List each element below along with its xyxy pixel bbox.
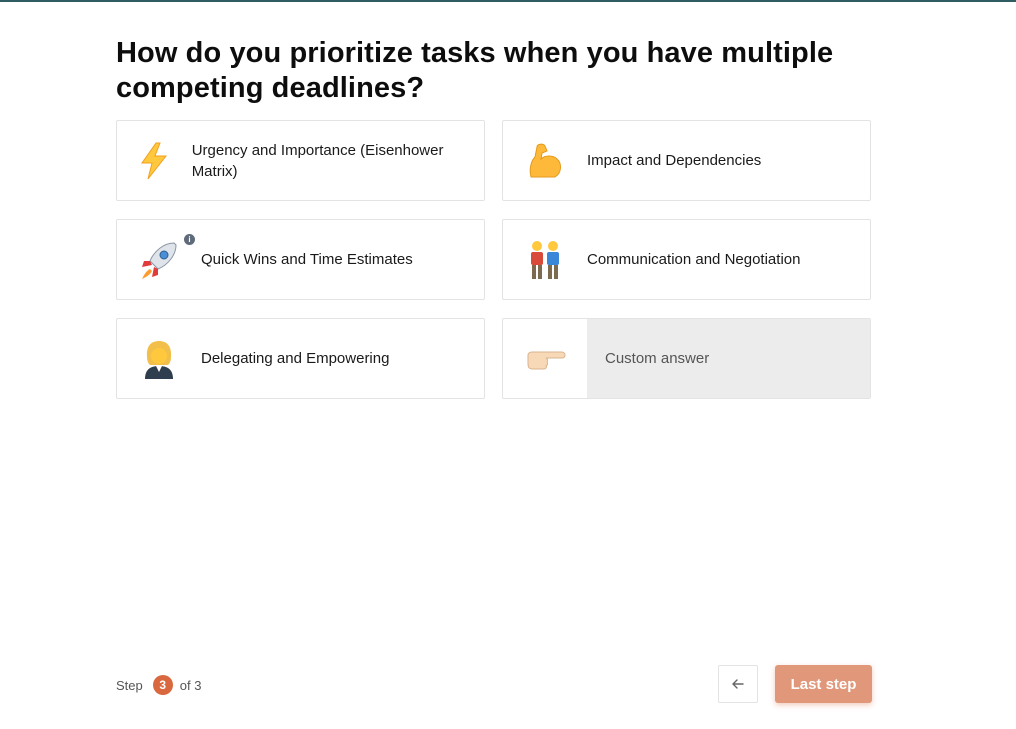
step-current-badge: 3 [152,675,173,695]
option-impact-dependencies[interactable]: Impact and Dependencies [502,120,871,201]
custom-answer-input[interactable] [587,319,870,398]
option-urgency-importance[interactable]: Urgency and Importance (Eisenhower Matri… [116,120,485,201]
two-people-icon [503,220,587,299]
last-step-button[interactable]: Last step [775,665,872,703]
arrow-left-icon [732,679,744,689]
option-quick-wins[interactable]: i Quick Wins and Time Estimates [116,219,485,300]
woman-office-worker-icon [117,319,201,398]
question-title: How do you prioritize tasks when you hav… [116,37,834,104]
lightning-icon [117,121,192,200]
option-label: Communication and Negotiation [587,251,801,268]
rocket-icon: i [117,220,201,299]
option-label: Quick Wins and Time Estimates [201,251,413,268]
option-label: Impact and Dependencies [587,152,762,169]
info-icon[interactable]: i [184,234,195,245]
step-indicator: Step 3 of 3 [116,675,201,695]
step-prefix: Step [116,677,143,693]
option-label: Delegating and Empowering [201,350,390,367]
option-label: Urgency and Importance (Eisenhower Matri… [191,141,444,180]
option-communication-negotiation[interactable]: Communication and Negotiation [502,219,871,300]
back-button[interactable] [718,665,758,703]
option-custom-answer[interactable] [502,318,871,399]
flexed-biceps-icon [503,121,587,200]
step-suffix: of 3 [179,677,202,693]
pointing-hand-icon [503,319,587,398]
top-border [0,0,1016,2]
option-delegating-empowering[interactable]: Delegating and Empowering [116,318,485,399]
